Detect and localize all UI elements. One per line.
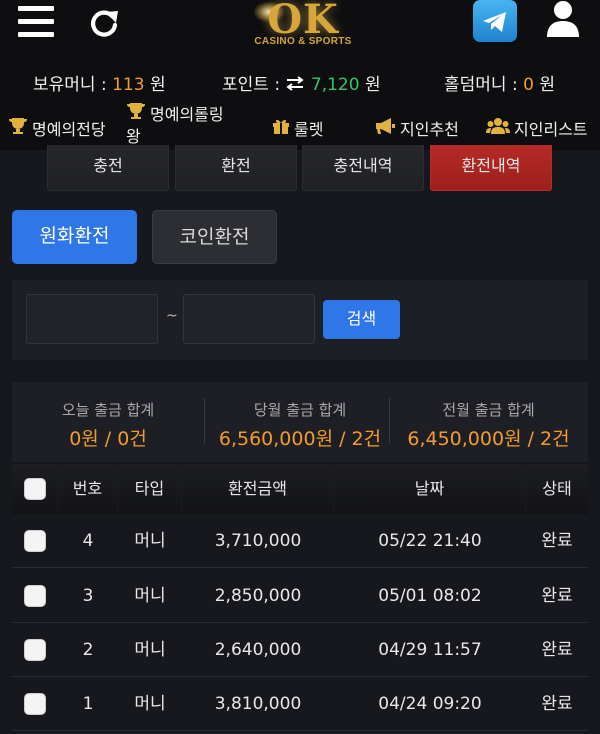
exchange-arrows-icon xyxy=(285,76,305,96)
money-label: 보유머니 : xyxy=(33,75,107,95)
row-checkbox[interactable] xyxy=(24,693,46,715)
row-date: 05/01 08:02 xyxy=(378,586,482,606)
points-value: 7,120 xyxy=(310,75,360,95)
quick-nav: 명예의전당 명예의롤링왕 룰렛 지인추천 지인리스트 xyxy=(0,100,600,148)
summary-last-month-label: 전월 출금 합계 xyxy=(442,401,535,419)
select-all-checkbox[interactable] xyxy=(24,478,46,500)
holdem-balance: 홀덤머니 : 0 원 xyxy=(444,70,555,95)
table-row[interactable]: 3 머니 2,850,000 05/01 08:02 완료 xyxy=(12,569,588,623)
nav-roulette[interactable]: 룰렛 xyxy=(272,116,323,140)
row-number: 1 xyxy=(82,694,94,714)
col-amount[interactable]: 환전금액 xyxy=(182,464,334,514)
money-balance: 보유머니 : 113 원 xyxy=(33,70,166,95)
megaphone-icon xyxy=(374,117,396,139)
summary-this-month: 당월 출금 합계 6,560,000원 / 2건 xyxy=(204,382,396,462)
points-unit: 원 xyxy=(364,75,381,95)
row-status: 완료 xyxy=(541,694,573,714)
row-number: 3 xyxy=(82,586,94,606)
col-date[interactable]: 날짜 xyxy=(334,464,526,514)
money-unit: 원 xyxy=(149,75,166,95)
row-type: 머니 xyxy=(134,640,166,660)
holdem-unit: 원 xyxy=(539,75,555,95)
top-bar: OK CASINO & SPORTS 보유머니 : 113 원 포인트 : 7,… xyxy=(0,0,600,150)
holdem-value: 0 xyxy=(523,75,534,95)
won-exchange-button[interactable]: 원화환전 xyxy=(12,210,137,264)
row-type: 머니 xyxy=(134,694,166,714)
col-number[interactable]: 번호 xyxy=(58,464,118,514)
logo-subtitle: CASINO & SPORTS xyxy=(254,36,352,47)
row-type: 머니 xyxy=(134,586,166,606)
row-type: 머니 xyxy=(134,531,166,551)
tab-deposit[interactable]: 충전 xyxy=(47,145,169,191)
summary-this-month-label: 당월 출금 합계 xyxy=(253,401,347,419)
start-date-input[interactable] xyxy=(26,294,158,344)
table-row[interactable]: 1 머니 3,810,000 04/24 09:20 완료 xyxy=(12,677,588,731)
date-range-separator: ~ xyxy=(166,308,178,324)
money-value: 113 xyxy=(112,75,145,95)
row-amount: 2,850,000 xyxy=(214,586,302,606)
table-row[interactable]: 4 머니 3,710,000 05/22 21:40 완료 xyxy=(12,514,588,568)
row-amount: 2,640,000 xyxy=(214,640,302,660)
holdem-label: 홀덤머니 : xyxy=(444,75,518,95)
refresh-icon[interactable] xyxy=(86,5,122,41)
summary-last-month-value: 6,450,000원 / 2건 xyxy=(407,428,570,450)
tab-withdraw-history[interactable]: 환전내역 xyxy=(430,145,552,191)
telegram-icon[interactable] xyxy=(473,0,517,42)
row-status: 완료 xyxy=(541,640,573,660)
date-search-panel: ~ 검색 xyxy=(12,280,588,360)
select-all-cell xyxy=(12,464,58,514)
gift-icon xyxy=(272,117,290,139)
col-status[interactable]: 상태 xyxy=(526,464,588,514)
nav-roulette-label: 룰렛 xyxy=(294,120,324,139)
nav-referral[interactable]: 지인추천 xyxy=(374,116,459,140)
history-table-header: 번호 타입 환전금액 날짜 상태 xyxy=(12,464,588,514)
nav-hall-of-fame[interactable]: 명예의전당 xyxy=(8,116,106,140)
nav-hall-of-fame-rolling[interactable]: 명예의롤링왕 xyxy=(126,102,236,148)
search-button[interactable]: 검색 xyxy=(323,300,400,339)
row-number: 2 xyxy=(82,640,94,660)
summary-today: 오늘 출금 합계 0원 / 0건 xyxy=(12,382,204,462)
row-date: 04/29 11:57 xyxy=(378,640,482,660)
row-date: 05/22 21:40 xyxy=(378,531,482,551)
tab-withdraw[interactable]: 환전 xyxy=(175,145,297,191)
points-label: 포인트 : xyxy=(222,75,281,95)
row-amount: 3,710,000 xyxy=(214,531,302,551)
row-status: 완료 xyxy=(541,531,573,551)
row-amount: 3,810,000 xyxy=(214,694,302,714)
summary-today-label: 오늘 출금 합계 xyxy=(61,401,155,419)
nav-referral-label: 지인추천 xyxy=(400,120,459,139)
table-row[interactable]: 2 머니 2,640,000 04/29 11:57 완료 xyxy=(12,623,588,677)
end-date-input[interactable] xyxy=(183,294,315,344)
row-checkbox[interactable] xyxy=(24,639,46,661)
users-icon xyxy=(486,117,510,139)
user-profile-icon[interactable] xyxy=(545,0,581,38)
coin-exchange-button[interactable]: 코인환전 xyxy=(152,210,277,264)
site-logo[interactable]: OK CASINO & SPORTS xyxy=(248,0,358,52)
summary-last-month: 전월 출금 합계 6,450,000원 / 2건 xyxy=(389,382,588,462)
summary-this-month-value: 6,560,000원 / 2건 xyxy=(218,428,382,450)
nav-hall-of-fame-label: 명예의전당 xyxy=(32,120,106,139)
trophy-icon xyxy=(8,117,28,139)
row-checkbox[interactable] xyxy=(24,585,46,607)
row-status: 완료 xyxy=(541,586,573,606)
hamburger-menu-icon[interactable] xyxy=(18,6,54,38)
row-date: 04/24 09:20 xyxy=(378,694,482,714)
tab-deposit-history[interactable]: 충전내역 xyxy=(302,145,424,191)
balance-bar: 보유머니 : 113 원 포인트 : 7,120 원 홀덤머니 : 0 원 xyxy=(0,66,600,96)
nav-referral-list[interactable]: 지인리스트 xyxy=(486,116,588,140)
trophy-icon xyxy=(126,102,146,126)
col-type[interactable]: 타입 xyxy=(118,464,182,514)
summary-today-value: 0원 / 0건 xyxy=(69,428,147,450)
withdraw-summary: 오늘 출금 합계 0원 / 0건 당월 출금 합계 6,560,000원 / 2… xyxy=(12,382,588,462)
row-number: 4 xyxy=(82,531,94,551)
row-checkbox[interactable] xyxy=(24,530,46,552)
points-balance[interactable]: 포인트 : 7,120 원 xyxy=(222,70,381,96)
nav-referral-list-label: 지인리스트 xyxy=(514,120,588,139)
